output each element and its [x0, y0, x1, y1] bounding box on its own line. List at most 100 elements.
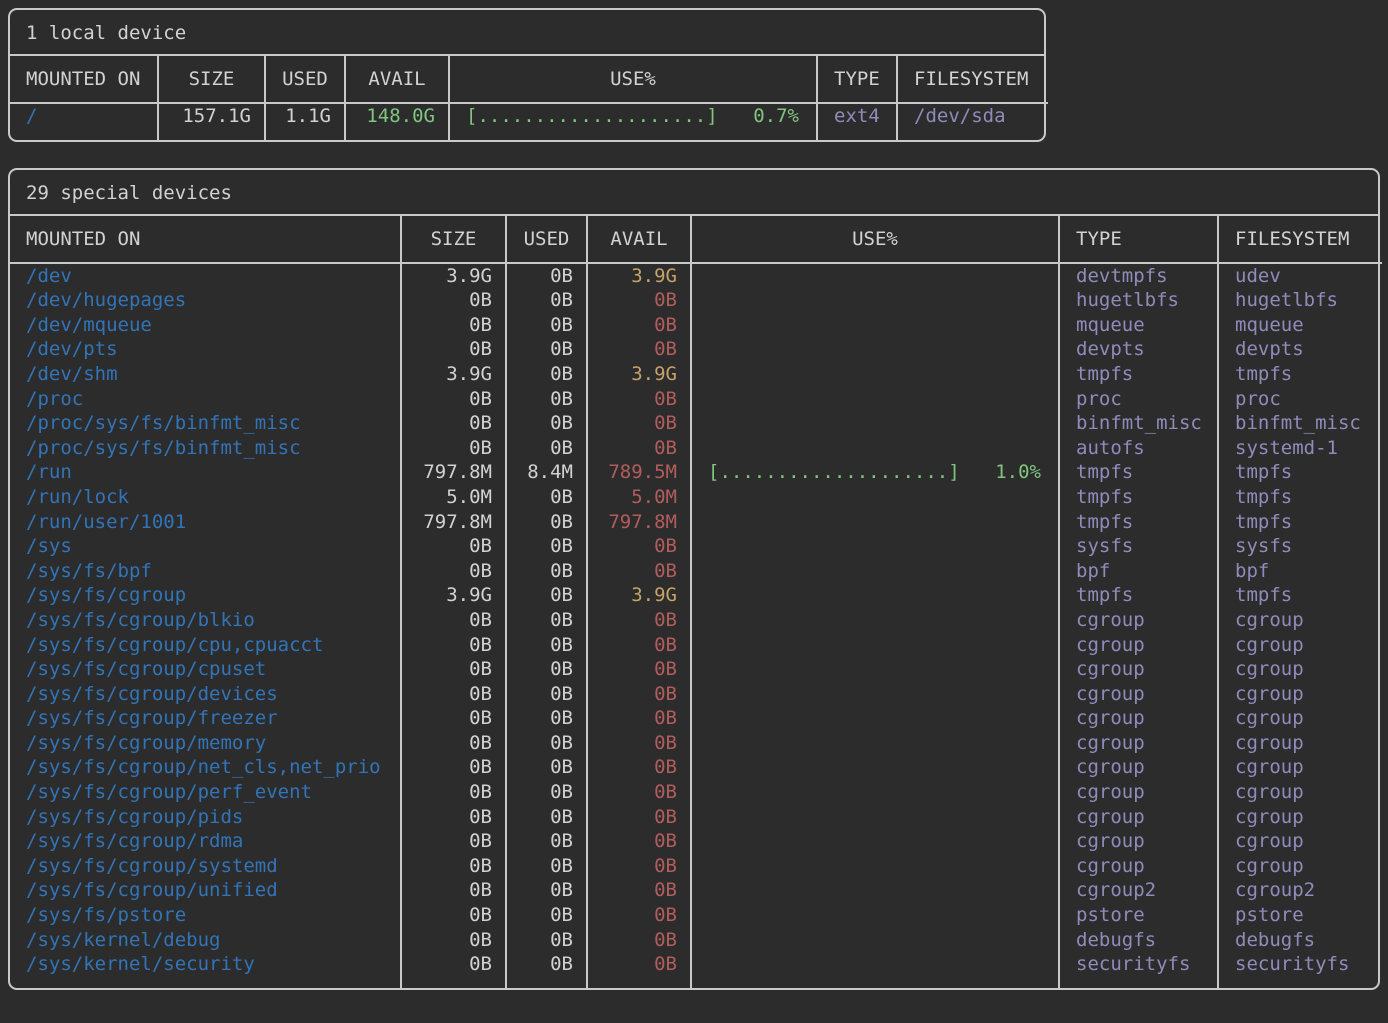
filesystem-cell: cgroup [1218, 682, 1382, 707]
avail-cell: 789.5M [587, 460, 691, 485]
mount-point-cell: /sys/fs/cgroup/perf_event [10, 780, 401, 805]
used-cell: 0B [506, 903, 587, 928]
size-cell: 0B [401, 878, 506, 903]
mount-point-cell: /sys/fs/bpf [10, 559, 401, 584]
mount-point-cell: /sys/fs/cgroup/cpu,cpuacct [10, 633, 401, 658]
device-row: /sys/fs/cgroup/unified 0B 0B 0B cgroup2 … [10, 878, 1382, 903]
used-cell: 0B [506, 805, 587, 830]
used-cell: 0B [506, 485, 587, 510]
size-cell: 5.0M [401, 485, 506, 510]
avail-cell: 0B [587, 288, 691, 313]
type-cell: tmpfs [1059, 460, 1218, 485]
filesystem-cell: tmpfs [1218, 583, 1382, 608]
avail-cell: 0B [587, 780, 691, 805]
use-percent-cell [691, 928, 1059, 953]
avail-cell: 0B [587, 436, 691, 461]
used-cell: 0B [506, 362, 587, 387]
size-cell: 797.8M [401, 510, 506, 535]
use-percent-cell [691, 903, 1059, 928]
filesystem-cell: cgroup [1218, 633, 1382, 658]
filesystem-cell: pstore [1218, 903, 1382, 928]
usage-bar: [....................] [466, 104, 718, 129]
column-header-filesystem: FILESYSTEM [1218, 216, 1382, 263]
filesystem-cell: cgroup [1218, 657, 1382, 682]
type-cell: devtmpfs [1059, 263, 1218, 289]
type-cell: tmpfs [1059, 583, 1218, 608]
type-cell: cgroup [1059, 633, 1218, 658]
filesystem-cell: binfmt_misc [1218, 411, 1382, 436]
special-devices-header: MOUNTED ON SIZE USED AVAIL USE% TYPE FIL… [10, 216, 1382, 263]
device-row: /sys 0B 0B 0B sysfs sysfs [10, 534, 1382, 559]
use-percent-cell [691, 780, 1059, 805]
size-cell: 3.9G [401, 362, 506, 387]
device-row: /sys/fs/cgroup/memory 0B 0B 0B cgroup cg… [10, 731, 1382, 756]
local-devices-table: MOUNTED ON SIZE USED AVAIL USE% TYPE FIL… [10, 56, 1048, 140]
used-cell: 0B [506, 731, 587, 756]
device-row: /sys/fs/cgroup 3.9G 0B 3.9G tmpfs tmpfs [10, 583, 1382, 608]
avail-cell: 3.9G [587, 583, 691, 608]
use-percent-cell [691, 313, 1059, 338]
device-row: /sys/fs/cgroup/net_cls,net_prio 0B 0B 0B… [10, 755, 1382, 780]
type-cell: cgroup [1059, 854, 1218, 879]
device-row: /run 797.8M 8.4M 789.5M [...............… [10, 460, 1382, 485]
size-cell: 0B [401, 411, 506, 436]
filesystem-cell: securityfs [1218, 952, 1382, 988]
device-row: /run/lock 5.0M 0B 5.0M tmpfs tmpfs [10, 485, 1382, 510]
type-cell: bpf [1059, 559, 1218, 584]
avail-cell: 0B [587, 337, 691, 362]
mount-point-cell: /sys/fs/cgroup [10, 583, 401, 608]
type-cell: cgroup [1059, 780, 1218, 805]
device-row: /sys/kernel/security 0B 0B 0B securityfs… [10, 952, 1382, 988]
filesystem-cell: tmpfs [1218, 485, 1382, 510]
mount-point-cell: /sys/fs/cgroup/devices [10, 682, 401, 707]
device-row: /sys/fs/pstore 0B 0B 0B pstore pstore [10, 903, 1382, 928]
type-cell: cgroup [1059, 608, 1218, 633]
filesystem-cell: tmpfs [1218, 460, 1382, 485]
column-header-used: USED [506, 216, 587, 263]
used-cell: 0B [506, 583, 587, 608]
usage-percent: 1.0% [995, 460, 1041, 485]
use-percent-cell [691, 534, 1059, 559]
size-cell: 0B [401, 829, 506, 854]
column-header-type: TYPE [817, 56, 897, 103]
special-devices-title: 29 special devices [10, 170, 1378, 216]
used-cell: 0B [506, 633, 587, 658]
type-cell: autofs [1059, 436, 1218, 461]
used-cell: 0B [506, 706, 587, 731]
size-cell: 0B [401, 854, 506, 879]
special-devices-table: MOUNTED ON SIZE USED AVAIL USE% TYPE FIL… [10, 216, 1382, 988]
avail-cell: 0B [587, 829, 691, 854]
avail-cell: 0B [587, 313, 691, 338]
use-percent-cell [691, 485, 1059, 510]
used-cell: 0B [506, 878, 587, 903]
column-header-size: SIZE [158, 56, 265, 103]
avail-cell: 5.0M [587, 485, 691, 510]
filesystem-cell: mqueue [1218, 313, 1382, 338]
column-header-used: USED [265, 56, 345, 103]
filesystem-cell: systemd-1 [1218, 436, 1382, 461]
device-row: /sys/fs/bpf 0B 0B 0B bpf bpf [10, 559, 1382, 584]
avail-cell: 0B [587, 928, 691, 953]
use-percent-cell [691, 288, 1059, 313]
type-cell: tmpfs [1059, 485, 1218, 510]
avail-cell: 0B [587, 682, 691, 707]
avail-cell: 0B [587, 952, 691, 988]
mount-point-cell: /dev/mqueue [10, 313, 401, 338]
use-percent-cell [691, 559, 1059, 584]
mount-point-cell: /run/lock [10, 485, 401, 510]
used-cell: 0B [506, 263, 587, 289]
mount-point-cell: /sys/fs/cgroup/rdma [10, 829, 401, 854]
use-percent-cell [691, 263, 1059, 289]
mount-point-cell: /sys/fs/cgroup/blkio [10, 608, 401, 633]
type-cell: proc [1059, 387, 1218, 412]
special-devices-panel: 29 special devices MOUNTED ON SIZE USED … [8, 168, 1380, 990]
filesystem-cell: cgroup [1218, 706, 1382, 731]
type-cell: cgroup [1059, 657, 1218, 682]
size-cell: 0B [401, 288, 506, 313]
filesystem-cell: cgroup [1218, 829, 1382, 854]
mount-point-cell: /dev/pts [10, 337, 401, 362]
device-row: /dev/pts 0B 0B 0B devpts devpts [10, 337, 1382, 362]
filesystem-cell: proc [1218, 387, 1382, 412]
use-percent-cell [691, 805, 1059, 830]
mount-point-cell: /sys/fs/cgroup/net_cls,net_prio [10, 755, 401, 780]
